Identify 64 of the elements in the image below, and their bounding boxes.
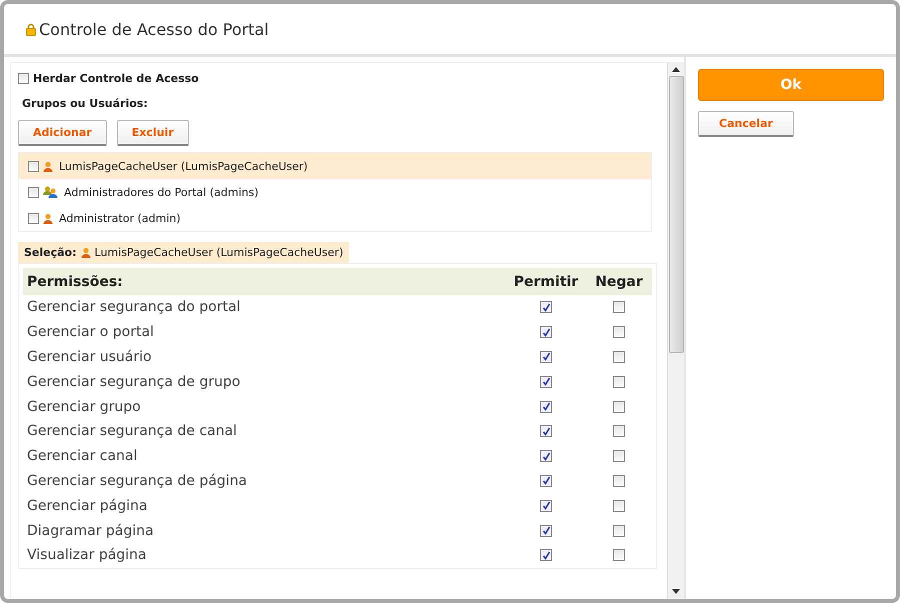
scroll-down-icon[interactable] <box>672 589 680 594</box>
group-icon <box>43 186 58 198</box>
deny-checkbox[interactable] <box>613 400 625 413</box>
allow-checkbox[interactable] <box>540 524 552 537</box>
permission-name: Gerenciar canal <box>26 448 138 464</box>
deny-checkbox[interactable] <box>613 350 625 363</box>
permission-name: Visualizar página <box>26 547 148 564</box>
member-checkbox[interactable] <box>28 212 39 224</box>
selection-value: LumisPageCacheUser (LumisPageCacheUser) <box>94 246 344 259</box>
deny-checkbox[interactable] <box>613 549 625 562</box>
window-title: Controle de Acesso do Portal <box>39 20 269 38</box>
column-header: Permissões: <box>26 274 124 290</box>
member-row[interactable]: Administradores do Portal (admins) <box>19 179 651 205</box>
member-checkbox[interactable] <box>28 160 39 172</box>
permission-name: Gerenciar o portal <box>26 324 155 340</box>
permission-name: Gerenciar segurança de canal <box>26 423 238 440</box>
deny-checkbox[interactable] <box>613 500 625 512</box>
member-name: Administradores do Portal (admins) <box>64 186 258 198</box>
padlock-icon <box>26 22 36 36</box>
allow-checkbox[interactable] <box>540 474 552 487</box>
allow-checkbox[interactable] <box>540 500 552 512</box>
member-checkbox[interactable] <box>28 186 39 198</box>
permission-name: Gerenciar grupo <box>26 398 142 415</box>
deny-checkbox[interactable] <box>613 450 625 462</box>
selection-label: Seleção: <box>24 246 77 259</box>
allow-checkbox[interactable] <box>540 400 552 413</box>
member-name: Administrator (admin) <box>59 212 181 224</box>
deny-checkbox[interactable] <box>613 301 625 314</box>
allow-checkbox[interactable] <box>540 549 552 562</box>
user-icon <box>43 212 53 224</box>
permission-name: Gerenciar segurança de grupo <box>26 374 242 390</box>
deny-checkbox[interactable] <box>613 376 625 388</box>
column-header: Negar <box>594 274 644 290</box>
vertical-scrollbar[interactable] <box>667 62 684 599</box>
deny-checkbox[interactable] <box>613 474 625 487</box>
permission-name: Diagramar página <box>26 522 155 539</box>
allow-checkbox[interactable] <box>540 350 552 363</box>
column-header: Permitir <box>512 274 580 290</box>
action-button[interactable]: Excluir <box>116 120 189 146</box>
user-icon <box>80 247 91 258</box>
allow-checkbox[interactable] <box>540 301 552 314</box>
permission-name: Gerenciar usuário <box>26 348 153 365</box>
permission-name: Gerenciar segurança de página <box>26 472 248 489</box>
allow-checkbox[interactable] <box>540 425 552 438</box>
deny-checkbox[interactable] <box>613 425 625 438</box>
inherit-label: Herdar Controle de Acesso <box>33 72 199 85</box>
inherit-checkbox[interactable] <box>18 73 29 84</box>
permission-name: Gerenciar página <box>26 498 148 514</box>
scrollbar-thumb[interactable] <box>668 76 684 353</box>
user-icon <box>43 160 53 172</box>
scroll-up-icon[interactable] <box>672 67 680 72</box>
action-button[interactable]: Adicionar <box>18 120 107 146</box>
member-row[interactable]: LumisPageCacheUser (LumisPageCacheUser) <box>19 153 651 179</box>
permission-name: Gerenciar segurança do portal <box>26 299 242 316</box>
member-name: LumisPageCacheUser (LumisPageCacheUser) <box>59 160 308 172</box>
cancel-button[interactable]: Cancelar <box>698 111 794 137</box>
deny-checkbox[interactable] <box>613 524 625 537</box>
allow-checkbox[interactable] <box>540 450 552 462</box>
ok-button[interactable]: Ok <box>698 69 884 101</box>
allow-checkbox[interactable] <box>540 326 552 338</box>
deny-checkbox[interactable] <box>613 326 625 338</box>
section-label: Grupos ou Usuários: <box>22 97 149 110</box>
allow-checkbox[interactable] <box>540 376 552 388</box>
member-row[interactable]: Administrator (admin) <box>19 205 651 231</box>
